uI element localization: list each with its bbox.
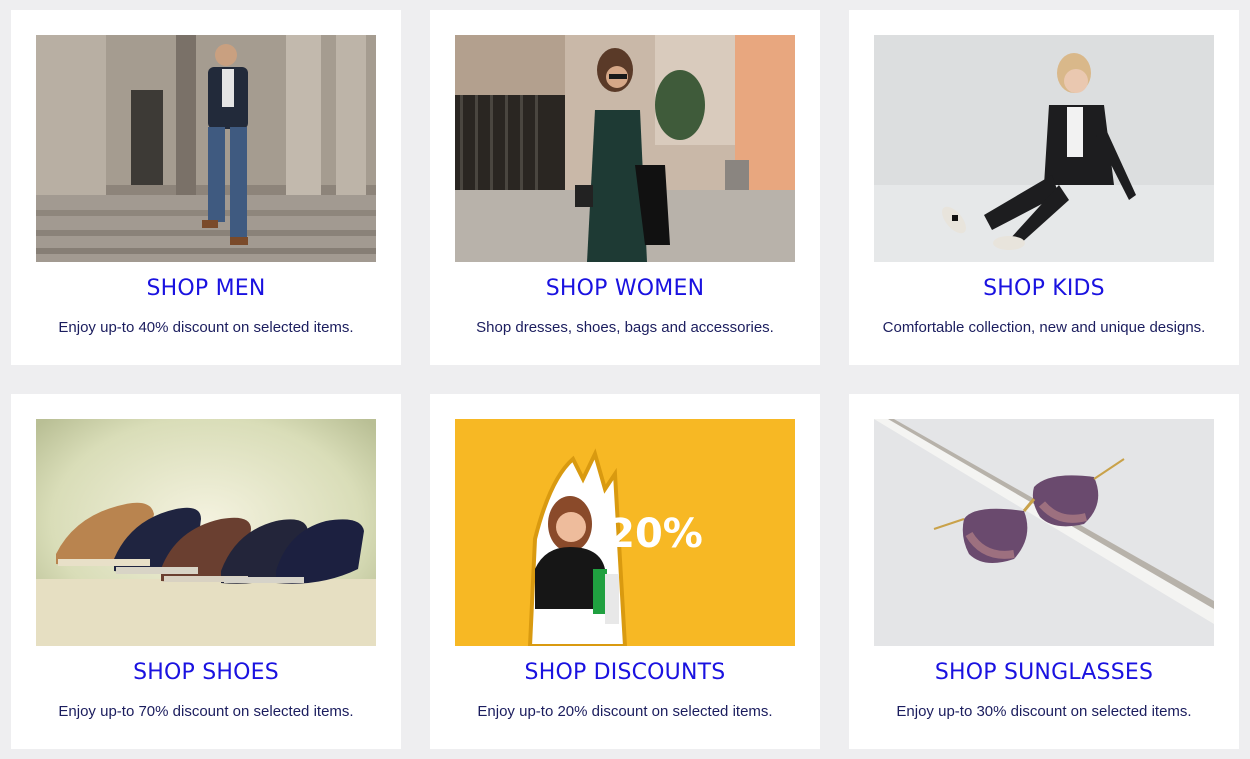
discounts-category-image[interactable]: 20% xyxy=(455,419,795,646)
shop-discounts-link[interactable]: SHOP DISCOUNTS xyxy=(430,660,820,685)
sunglasses-description: Enjoy up-to 30% discount on selected ite… xyxy=(896,703,1192,720)
men-category-image[interactable] xyxy=(36,35,376,262)
discounts-description: Enjoy up-to 20% discount on selected ite… xyxy=(477,703,773,720)
men-description: Enjoy up-to 40% discount on selected ite… xyxy=(58,319,354,336)
category-card-discounts[interactable]: 20% SHOP DISCOUNTS Enjoy up-to 20% disco… xyxy=(430,394,820,749)
category-card-women[interactable]: SHOP WOMEN Shop dresses, shoes, bags and… xyxy=(430,10,820,365)
shop-kids-link[interactable]: SHOP KIDS xyxy=(849,276,1239,301)
shop-shoes-link[interactable]: SHOP SHOES xyxy=(11,660,401,685)
category-card-men[interactable]: SHOP MEN Enjoy up-to 40% discount on sel… xyxy=(11,10,401,365)
category-card-shoes[interactable]: SHOP SHOES Enjoy up-to 70% discount on s… xyxy=(11,394,401,749)
shoes-category-image[interactable] xyxy=(36,419,376,646)
kids-category-image[interactable] xyxy=(874,35,1214,262)
shoes-description: Enjoy up-to 70% discount on selected ite… xyxy=(58,703,354,720)
kids-description: Comfortable collection, new and unique d… xyxy=(882,319,1206,336)
sunglasses-category-image[interactable] xyxy=(874,419,1214,646)
shop-men-link[interactable]: SHOP MEN xyxy=(11,276,401,301)
category-card-sunglasses[interactable]: SHOP SUNGLASSES Enjoy up-to 30% discount… xyxy=(849,394,1239,749)
discount-badge-text: 20% xyxy=(607,511,703,557)
shop-sunglasses-link[interactable]: SHOP SUNGLASSES xyxy=(849,660,1239,685)
women-category-image[interactable] xyxy=(455,35,795,262)
women-description: Shop dresses, shoes, bags and accessorie… xyxy=(476,319,774,336)
category-card-kids[interactable]: SHOP KIDS Comfortable collection, new an… xyxy=(849,10,1239,365)
shop-women-link[interactable]: SHOP WOMEN xyxy=(430,276,820,301)
